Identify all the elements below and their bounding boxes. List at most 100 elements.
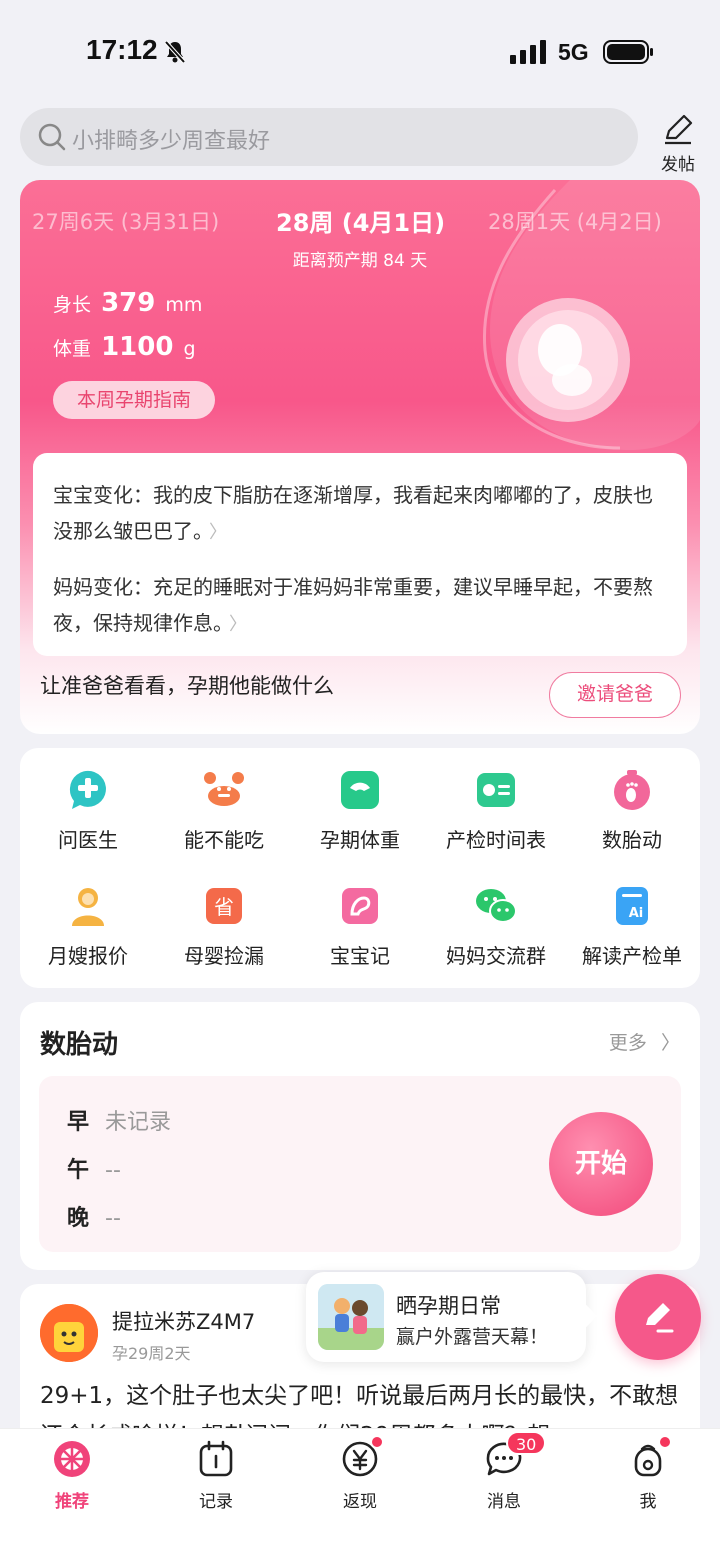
- noon-slot: 午 --: [67, 1152, 121, 1184]
- tool-label: 解读产检单: [582, 944, 682, 968]
- slot-label: 早: [67, 1110, 90, 1135]
- promo-popup[interactable]: 晒孕期日常 赢户外露营天幕！: [306, 1272, 598, 1362]
- mom-change[interactable]: 妈妈变化：充足的睡眠对于准妈妈非常重要，建议早睡早起，不要熬夜，保持规律作息。〉: [53, 569, 667, 643]
- fetal-movement-card: 数胎动 更多 〉 早未记录 午 -- 晚 -- 开始: [20, 1002, 700, 1270]
- chevron-right-icon: 〉: [660, 1032, 680, 1054]
- tab-cashback[interactable]: 返现: [320, 1435, 400, 1512]
- chevron-right-icon: 〉: [229, 614, 247, 635]
- tool-label: 月嫂报价: [48, 944, 128, 968]
- network-type: 5G: [558, 39, 589, 65]
- next-week[interactable]: 28周1天 (4月2日): [488, 206, 662, 236]
- notification-dot: [658, 1435, 672, 1449]
- deals-icon: 省: [206, 888, 242, 924]
- week-selector[interactable]: 27周6天 (3月31日) 28周 (4月1日) 28周1天 (4月2日): [20, 206, 700, 246]
- deals-glyph: 省: [214, 895, 234, 919]
- slot-label: 晚: [67, 1206, 90, 1231]
- length-unit: mm: [165, 294, 203, 316]
- battery-icon: [603, 40, 655, 68]
- current-week[interactable]: 28周 (4月1日): [276, 203, 445, 238]
- bottom-tab-bar: 推荐 记录 返现 消息 30 我: [0, 1428, 720, 1564]
- crab-icon: [204, 772, 244, 806]
- post-button[interactable]: 发帖: [654, 112, 702, 175]
- tab-label: 消息: [487, 1492, 521, 1512]
- length-value: 379: [101, 288, 156, 318]
- wechat-group-icon: [476, 889, 517, 923]
- pencil-icon: [646, 1303, 674, 1333]
- baby-diary-icon: [342, 888, 378, 924]
- calendar-icon: [196, 1439, 236, 1479]
- baby-length: 身长 379 mm: [53, 288, 202, 318]
- slot-value: --: [105, 1206, 121, 1231]
- username[interactable]: 提拉米苏Z4M7: [112, 1306, 255, 1336]
- tab-me[interactable]: 我: [608, 1435, 688, 1512]
- baby-change-label: 宝宝变化：: [53, 483, 153, 507]
- start-counting-button[interactable]: 开始: [549, 1112, 653, 1216]
- ai-glyph: Ai: [629, 906, 644, 921]
- tool-baby-diary[interactable]: 宝宝记: [292, 884, 428, 969]
- tool-pregnancy-weight[interactable]: 孕期体重: [292, 768, 428, 853]
- tool-label: 母婴捡漏: [184, 944, 264, 968]
- tool-report-reader[interactable]: Ai 解读产检单: [564, 884, 700, 969]
- weight-unit: g: [183, 338, 196, 360]
- baby-change[interactable]: 宝宝变化：我的皮下脂肪在逐渐增厚，我看起来肉嘟嘟的了，皮肤也没那么皱巴巴了。〉: [53, 477, 667, 551]
- tool-label: 问医生: [58, 828, 118, 852]
- evening-slot: 晚 --: [67, 1200, 121, 1232]
- length-label: 身长: [53, 294, 92, 316]
- tab-label: 我: [639, 1492, 657, 1512]
- tab-label: 记录: [199, 1492, 233, 1512]
- avatar[interactable]: [40, 1304, 98, 1362]
- weight-label: 体重: [53, 338, 92, 360]
- signal-icon: [510, 40, 548, 68]
- compose-button[interactable]: [615, 1274, 701, 1360]
- tool-fetal-movement[interactable]: 数胎动: [564, 768, 700, 853]
- tool-can-eat[interactable]: 能不能吃: [156, 768, 292, 853]
- promo-thumbnail: [318, 1284, 384, 1350]
- more-label: 更多: [608, 1032, 647, 1054]
- tool-baby-deals[interactable]: 省 母婴捡漏: [156, 884, 292, 969]
- pencil-icon: [661, 114, 695, 150]
- more-link[interactable]: 更多 〉: [609, 1028, 680, 1055]
- slot-value: 未记录: [105, 1110, 172, 1135]
- post-label: 发帖: [661, 155, 695, 175]
- tool-label: 能不能吃: [184, 828, 264, 852]
- promo-title: 晒孕期日常: [396, 1294, 501, 1318]
- yuan-icon: [340, 1435, 384, 1479]
- due-countdown: 距离预产期 84 天: [292, 251, 428, 271]
- tab-records[interactable]: 记录: [176, 1439, 256, 1512]
- section-title: 数胎动: [40, 1030, 119, 1060]
- pregnancy-stage: 孕29周2天: [112, 1344, 191, 1363]
- mute-bell-icon: [164, 40, 186, 68]
- doctor-icon: [69, 770, 106, 809]
- slot-label: 午: [67, 1158, 90, 1183]
- tool-label: 孕期体重: [320, 828, 400, 852]
- search-icon: [38, 123, 66, 155]
- chevron-right-icon: 〉: [209, 522, 227, 543]
- message-count-badge: 30: [506, 1431, 547, 1455]
- status-time: 17:12: [86, 34, 158, 65]
- scale-icon: [341, 771, 379, 809]
- profile-icon: [628, 1435, 672, 1479]
- nanny-icon: [72, 888, 104, 926]
- weight-value: 1100: [101, 332, 174, 362]
- morning-slot: 早未记录: [67, 1104, 171, 1136]
- tool-mom-group[interactable]: 妈妈交流群: [428, 884, 564, 969]
- tab-recommend[interactable]: 推荐: [32, 1439, 112, 1512]
- prev-week[interactable]: 27周6天 (3月31日): [32, 206, 219, 236]
- status-bar: 17:12 5G: [0, 0, 720, 100]
- movement-record-panel: 早未记录 午 -- 晚 -- 开始: [39, 1076, 681, 1252]
- fetal-movement-icon: [614, 770, 650, 810]
- dad-prompt: 让准爸爸看看，孕期他能做什么: [40, 674, 334, 698]
- search-bar[interactable]: 小排畸多少周查最好: [20, 108, 638, 166]
- tab-label: 推荐: [55, 1492, 89, 1512]
- tool-label: 宝宝记: [330, 944, 390, 968]
- mom-change-label: 妈妈变化：: [53, 575, 153, 599]
- tool-ask-doctor[interactable]: 问医生: [20, 768, 156, 853]
- tool-label: 产检时间表: [446, 828, 546, 852]
- tool-nanny-price[interactable]: 月嫂报价: [20, 884, 156, 969]
- tool-checkup-schedule[interactable]: 产检时间表: [428, 768, 564, 853]
- tool-label: 妈妈交流群: [446, 944, 546, 968]
- weekly-guide-button[interactable]: 本周孕期指南: [53, 381, 216, 419]
- invite-dad-button[interactable]: 邀请爸爸: [549, 672, 681, 718]
- slot-value: --: [105, 1158, 121, 1183]
- notification-dot: [370, 1435, 384, 1449]
